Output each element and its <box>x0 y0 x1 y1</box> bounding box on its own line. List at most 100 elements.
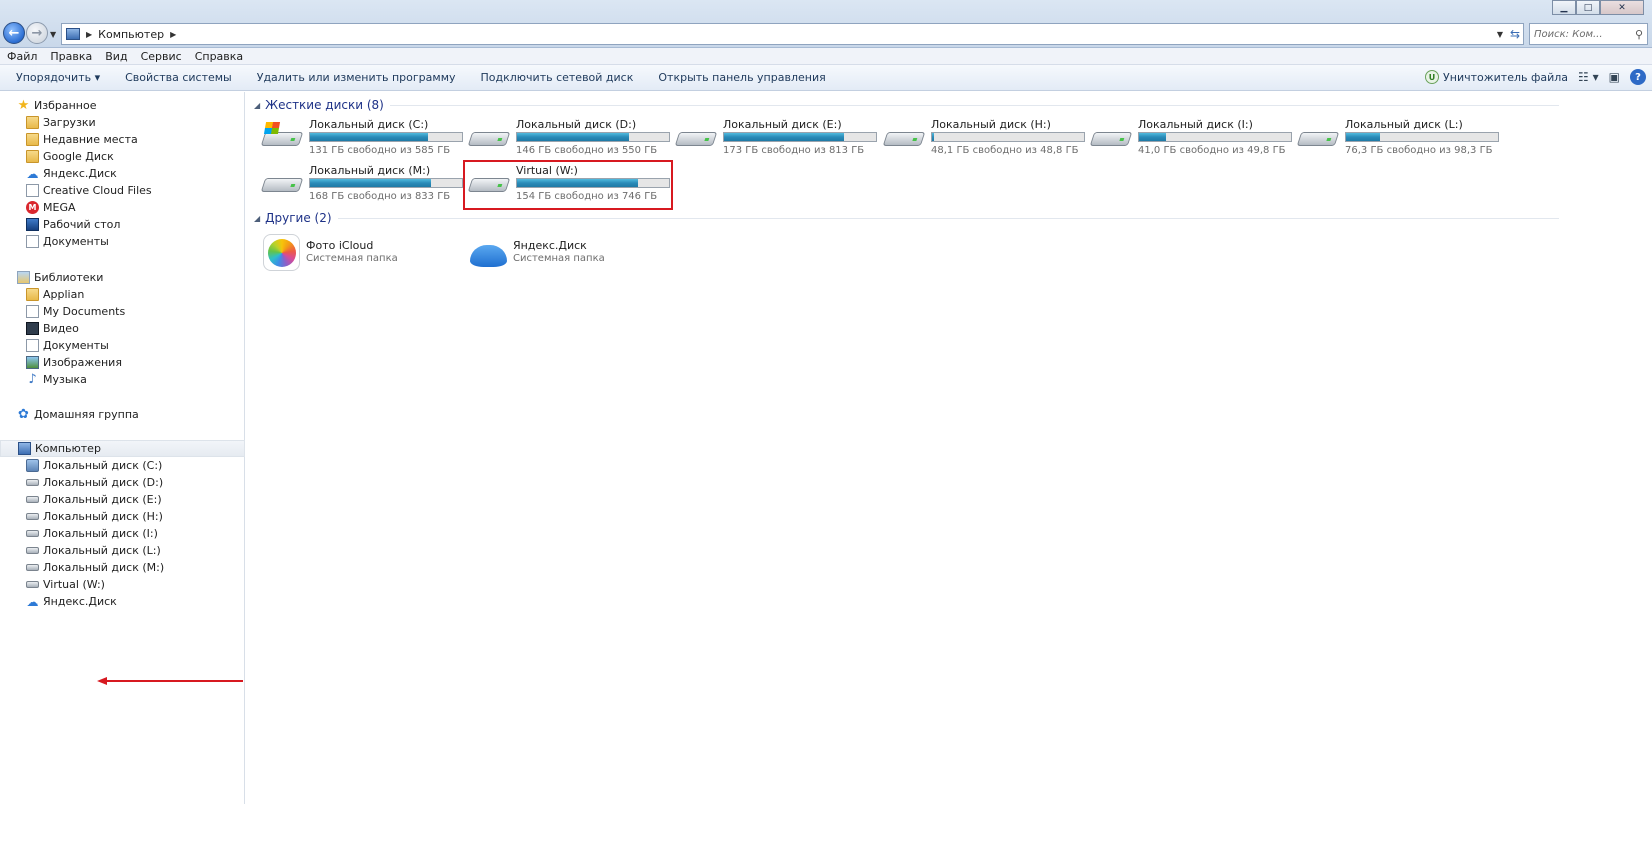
music-note-icon: ♪ <box>28 372 37 387</box>
nav-item-drive-e[interactable]: Локальный диск (E:) <box>0 491 245 508</box>
icloud-photos-item[interactable]: Фото iCloud Системная папка <box>263 234 463 274</box>
drive-name: Локальный диск (E:) <box>723 118 842 131</box>
drive-tile[interactable]: Локальный диск (L:) 76,3 ГБ свободно из 9… <box>1295 118 1501 158</box>
uninstall-program-button[interactable]: Удалить или изменить программу <box>257 71 456 84</box>
command-bar: Упорядочить ▾ Свойства системы Удалить и… <box>0 65 1652 91</box>
file-shredder-button[interactable]: U Уничтожитель файла <box>1425 70 1568 84</box>
search-box[interactable]: ⚲ <box>1529 23 1648 45</box>
video-icon <box>26 322 39 335</box>
chevron-right-icon[interactable]: ▶ <box>170 30 176 39</box>
recent-pages-dropdown-icon[interactable]: ▼ <box>50 30 56 39</box>
menu-edit[interactable]: Правка <box>50 50 92 63</box>
change-view-icon[interactable]: ☷ ▾ <box>1578 70 1599 84</box>
drive-tile[interactable]: Локальный диск (I:) 41,0 ГБ свободно из 4… <box>1088 118 1294 158</box>
homegroup-header[interactable]: ✿ Домашняя группа <box>0 406 245 423</box>
nav-item-desktop[interactable]: Рабочий стол <box>0 216 245 233</box>
drive-tile[interactable]: Локальный диск (C:) 131 ГБ свободно из 58… <box>259 118 465 158</box>
refresh-icon[interactable]: ⇆ <box>1510 27 1520 41</box>
menu-view[interactable]: Вид <box>105 50 127 63</box>
drive-usage-bar <box>723 132 877 142</box>
organize-button[interactable]: Упорядочить ▾ <box>16 71 100 84</box>
nav-item-yandex-disk-computer[interactable]: ☁ Яндекс.Диск <box>0 593 245 610</box>
address-history-dropdown-icon[interactable]: ▼ <box>1497 30 1503 39</box>
nav-item-label: Локальный диск (I:) <box>43 527 158 540</box>
hard-drives-label: Жесткие диски (8) <box>265 98 384 112</box>
red-highlight-box <box>463 160 673 210</box>
map-network-drive-button[interactable]: Подключить сетевой диск <box>481 71 634 84</box>
nav-item-drive-d[interactable]: Локальный диск (D:) <box>0 474 245 491</box>
drive-tile[interactable]: Локальный диск (E:) 173 ГБ свободно из 81… <box>673 118 879 158</box>
other-label: Другие (2) <box>265 211 332 225</box>
drive-tile[interactable]: Локальный диск (H:) 48,1 ГБ свободно из 4… <box>881 118 1087 158</box>
nav-item-drive-h[interactable]: Локальный диск (H:) <box>0 508 245 525</box>
breadcrumb-computer[interactable]: Компьютер <box>98 28 164 41</box>
hard-drive-icon <box>1296 128 1340 150</box>
system-properties-button[interactable]: Свойства системы <box>125 71 232 84</box>
libraries-header[interactable]: Библиотеки <box>0 269 245 286</box>
nav-item-label: Изображения <box>43 356 122 369</box>
pictures-icon <box>26 356 39 369</box>
bottom-blank-area <box>0 804 1652 848</box>
nav-item-video[interactable]: Видео <box>0 320 245 337</box>
chevron-right-icon[interactable]: ▶ <box>86 30 92 39</box>
nav-item-mega[interactable]: M MEGA <box>0 199 245 216</box>
maximize-button[interactable]: □ <box>1576 0 1600 15</box>
address-bar[interactable]: ▶ Компьютер ▶ ▼ ⇆ <box>61 23 1524 45</box>
nav-item-downloads[interactable]: Загрузки <box>0 114 245 131</box>
nav-item-documents[interactable]: Документы <box>0 233 245 250</box>
computer-header[interactable]: Компьютер <box>0 440 245 457</box>
nav-item-music[interactable]: ♪ Музыка <box>0 371 245 388</box>
yandex-disk-item[interactable]: Яндекс.Диск Системная папка <box>470 234 670 274</box>
nav-item-creative-cloud[interactable]: Creative Cloud Files <box>0 182 245 199</box>
forward-button[interactable]: → <box>26 22 48 44</box>
nav-item-applian[interactable]: Applian <box>0 286 245 303</box>
divider <box>337 217 1559 219</box>
nav-item-drive-w[interactable]: Virtual (W:) <box>0 576 245 593</box>
nav-item-label: Музыка <box>43 373 87 386</box>
help-icon[interactable]: ? <box>1630 69 1646 85</box>
drive-tile[interactable]: Локальный диск (D:) 146 ГБ свободно из 55… <box>466 118 672 158</box>
search-icon[interactable]: ⚲ <box>1635 28 1643 41</box>
libraries-icon <box>17 271 30 284</box>
drive-tile[interactable]: Локальный диск (M:) 168 ГБ свободно из 83… <box>259 164 465 204</box>
nav-item-pictures[interactable]: Изображения <box>0 354 245 371</box>
drive-usage-bar <box>309 178 463 188</box>
title-bar: ▁ □ ✕ ← → ▼ ▶ Компьютер ▶ ▼ ⇆ ⚲ <box>0 0 1652 48</box>
nav-item-label: Загрузки <box>43 116 96 129</box>
drive-usage-bar <box>516 132 670 142</box>
drive-usage-fill <box>517 133 629 141</box>
favorites-header[interactable]: ★ Избранное <box>0 97 245 114</box>
nav-item-drive-c[interactable]: Локальный диск (C:) <box>0 457 245 474</box>
nav-item-label: Virtual (W:) <box>43 578 105 591</box>
nav-item-label: Локальный диск (M:) <box>43 561 165 574</box>
minimize-button[interactable]: ▁ <box>1552 0 1576 15</box>
other-group-header[interactable]: ◢ Другие (2) <box>254 210 1559 226</box>
drive-usage-fill <box>310 133 428 141</box>
drive-free-space: 48,1 ГБ свободно из 48,8 ГБ <box>931 145 1079 156</box>
collapse-triangle-icon[interactable]: ◢ <box>254 101 260 110</box>
nav-item-drive-i[interactable]: Локальный диск (I:) <box>0 525 245 542</box>
nav-item-label: Локальный диск (C:) <box>43 459 163 472</box>
divider <box>389 104 1559 106</box>
nav-item-my-documents[interactable]: My Documents <box>0 303 245 320</box>
nav-item-recent-places[interactable]: Недавние места <box>0 131 245 148</box>
collapse-triangle-icon[interactable]: ◢ <box>254 214 260 223</box>
close-button[interactable]: ✕ <box>1600 0 1644 15</box>
nav-item-drive-l[interactable]: Локальный диск (L:) <box>0 542 245 559</box>
nav-item-yandex-disk[interactable]: ☁ Яндекс.Диск <box>0 165 245 182</box>
nav-item-library-documents[interactable]: Документы <box>0 337 245 354</box>
preview-pane-icon[interactable]: ▣ <box>1609 70 1620 84</box>
menu-help[interactable]: Справка <box>195 50 243 63</box>
nav-item-label: Локальный диск (D:) <box>43 476 164 489</box>
item-type: Системная папка <box>306 253 398 264</box>
nav-item-google-drive[interactable]: Google Диск <box>0 148 245 165</box>
menu-file[interactable]: Файл <box>7 50 37 63</box>
search-input[interactable] <box>1534 28 1628 40</box>
desktop-icon <box>26 218 39 231</box>
open-control-panel-button[interactable]: Открыть панель управления <box>658 71 825 84</box>
yandex-disk-icon: ☁ <box>26 166 39 181</box>
hard-drives-group-header[interactable]: ◢ Жесткие диски (8) <box>254 97 1559 113</box>
menu-tools[interactable]: Сервис <box>141 50 182 63</box>
nav-item-drive-m[interactable]: Локальный диск (M:) <box>0 559 245 576</box>
back-button[interactable]: ← <box>3 22 25 44</box>
